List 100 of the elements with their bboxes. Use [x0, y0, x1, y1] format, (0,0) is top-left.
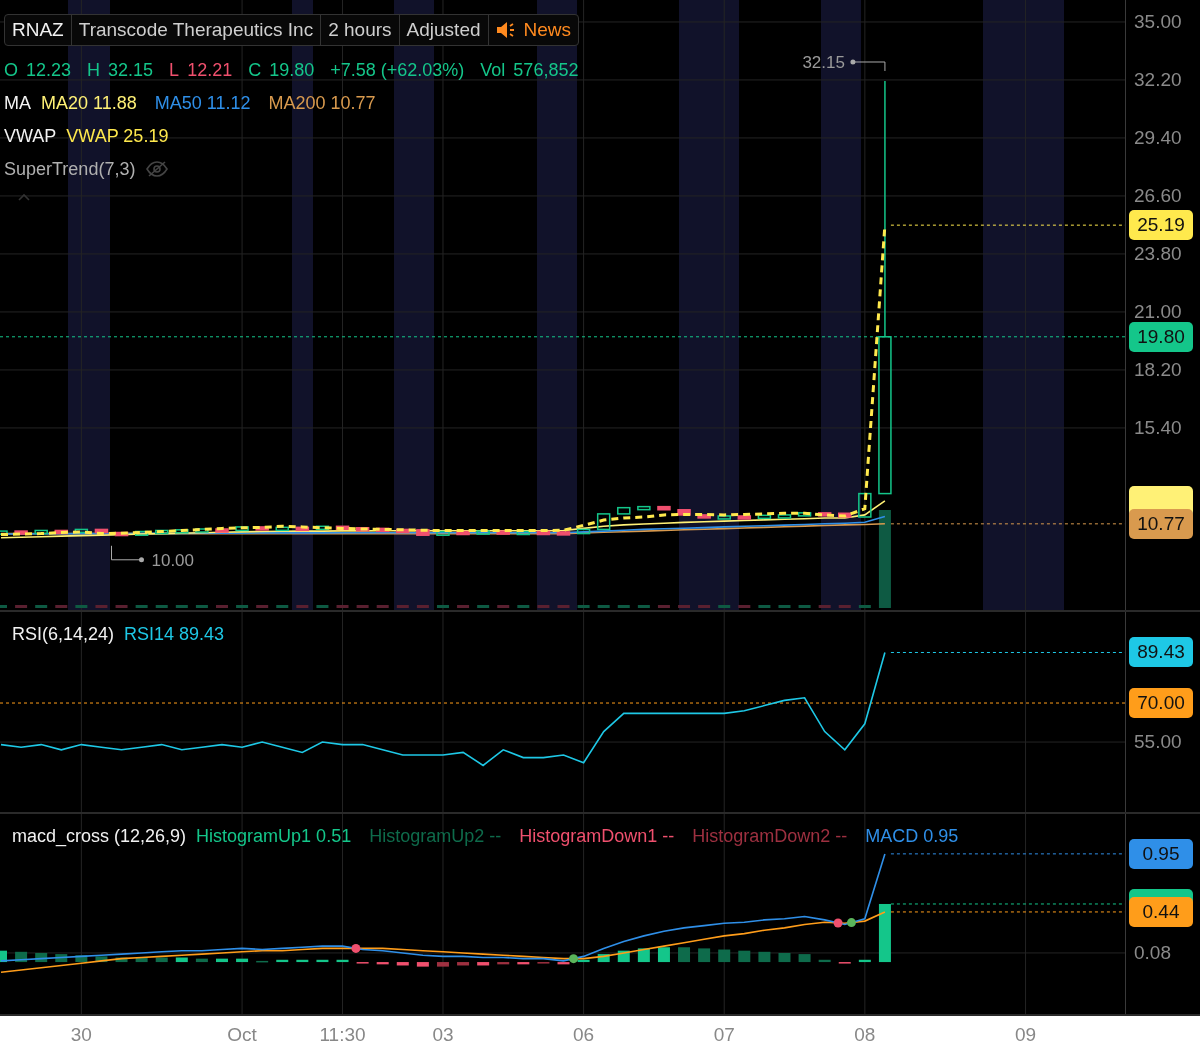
time-axis-label: 07	[713, 1024, 735, 1046]
time-axis-label: 03	[432, 1024, 454, 1046]
volume-bar	[296, 605, 309, 608]
histogram-bar	[75, 955, 88, 963]
study-name[interactable]: SuperTrend(7,3)	[4, 158, 136, 180]
quote-value: O 12.23	[4, 59, 72, 81]
volume-bar	[376, 605, 389, 608]
candle	[154, 529, 169, 535]
volume-bar	[135, 605, 148, 608]
price-tag: 19.80	[1129, 321, 1193, 352]
axis-label: 35.00	[1134, 9, 1182, 34]
histogram-bar	[878, 904, 891, 963]
volume-bar	[457, 605, 470, 608]
chevron-up-icon[interactable]	[18, 193, 30, 201]
candle	[215, 528, 229, 533]
indicator-value: RSI14 89.43	[124, 624, 225, 645]
indicator-value: HistogramUp2 --	[369, 826, 502, 847]
crossover-dot	[846, 918, 856, 928]
study-value: MA200 10.77	[268, 92, 376, 114]
histogram-bar	[95, 956, 108, 963]
indicator-value: HistogramUp1 0.51	[196, 826, 352, 847]
candle	[355, 527, 370, 532]
histogram-bar	[35, 952, 48, 963]
candle	[757, 514, 772, 520]
histogram-bar	[155, 957, 168, 963]
candle	[657, 505, 671, 511]
indicator-title[interactable]: RSI(6,14,24)	[12, 624, 115, 645]
volume-bar	[838, 605, 851, 608]
candle	[777, 514, 792, 519]
histogram-bar	[698, 948, 711, 963]
volume-bar	[95, 605, 108, 608]
candle	[717, 515, 731, 520]
candle	[838, 512, 852, 518]
volume-bar	[818, 605, 831, 608]
histogram-bar	[115, 957, 128, 963]
histogram-bar	[336, 959, 349, 963]
time-axis-label: Oct	[227, 1024, 257, 1046]
volume-bar	[75, 605, 88, 608]
volume-bar	[155, 605, 168, 608]
volume-bar	[35, 605, 48, 608]
price-tag: 0.95	[1129, 838, 1193, 869]
histogram-bar	[416, 962, 429, 967]
candle	[0, 530, 8, 535]
histogram-bar	[678, 947, 691, 963]
candle	[637, 505, 651, 511]
price-tag: 89.43	[1129, 637, 1193, 668]
candle	[476, 530, 490, 535]
volume-bar	[537, 605, 550, 608]
quote-value: C 19.80	[248, 59, 315, 81]
news-button[interactable]: News	[487, 15, 579, 45]
price-tag: 0.44	[1129, 896, 1193, 927]
indicator-title[interactable]: macd_cross (12,26,9)	[12, 826, 187, 847]
volume-bar	[416, 605, 429, 608]
candle	[295, 526, 310, 532]
indicator-value: MACD 0.95	[865, 826, 959, 847]
time-axis-label: 08	[854, 1024, 876, 1046]
histogram-bar	[55, 954, 68, 963]
volume-bar	[216, 605, 228, 608]
volume-bar	[316, 605, 329, 608]
candle	[34, 529, 48, 535]
candle	[416, 529, 430, 536]
candle	[175, 529, 189, 534]
volume-bar	[356, 605, 369, 608]
histogram-bar	[778, 952, 791, 963]
histogram-bar	[216, 958, 228, 963]
candle	[436, 530, 450, 536]
study-name[interactable]: MA	[4, 92, 31, 114]
interval-selector[interactable]: 2 hours	[320, 15, 399, 45]
time-axis-label: 09	[1015, 1024, 1037, 1046]
candle	[496, 530, 510, 535]
volume-bar	[657, 605, 670, 608]
volume-bar	[396, 605, 409, 608]
histogram-bar	[657, 947, 670, 963]
quote-value: +7.58 (+62.03%)	[330, 59, 465, 81]
volume-bar	[55, 605, 68, 608]
candle	[576, 528, 591, 535]
candle	[335, 525, 350, 531]
axis-label: 32.20	[1134, 67, 1182, 92]
symbol-label[interactable]: RNAZ	[5, 15, 71, 45]
volume-bar	[678, 605, 691, 608]
hidden-eye-icon[interactable]	[145, 160, 170, 178]
volume-bar	[236, 605, 249, 608]
adjustment-selector[interactable]: Adjusted	[398, 15, 488, 45]
candle	[315, 525, 330, 531]
volume-bar	[718, 605, 731, 608]
histogram-bar	[517, 962, 530, 965]
price-tag: 70.00	[1129, 688, 1193, 718]
volume-bar	[517, 605, 530, 608]
histogram-bar	[457, 962, 470, 966]
histogram-bar	[276, 959, 289, 963]
axis-label: 18.20	[1134, 357, 1182, 382]
volume-bar	[758, 605, 771, 608]
volume-bar	[617, 605, 630, 608]
volume-bar	[577, 605, 590, 608]
histogram-bar	[818, 959, 831, 963]
study-name[interactable]: VWAP	[4, 125, 57, 147]
candle	[697, 514, 711, 519]
candle	[114, 531, 129, 537]
candle	[195, 528, 209, 533]
histogram-bar	[577, 959, 590, 963]
